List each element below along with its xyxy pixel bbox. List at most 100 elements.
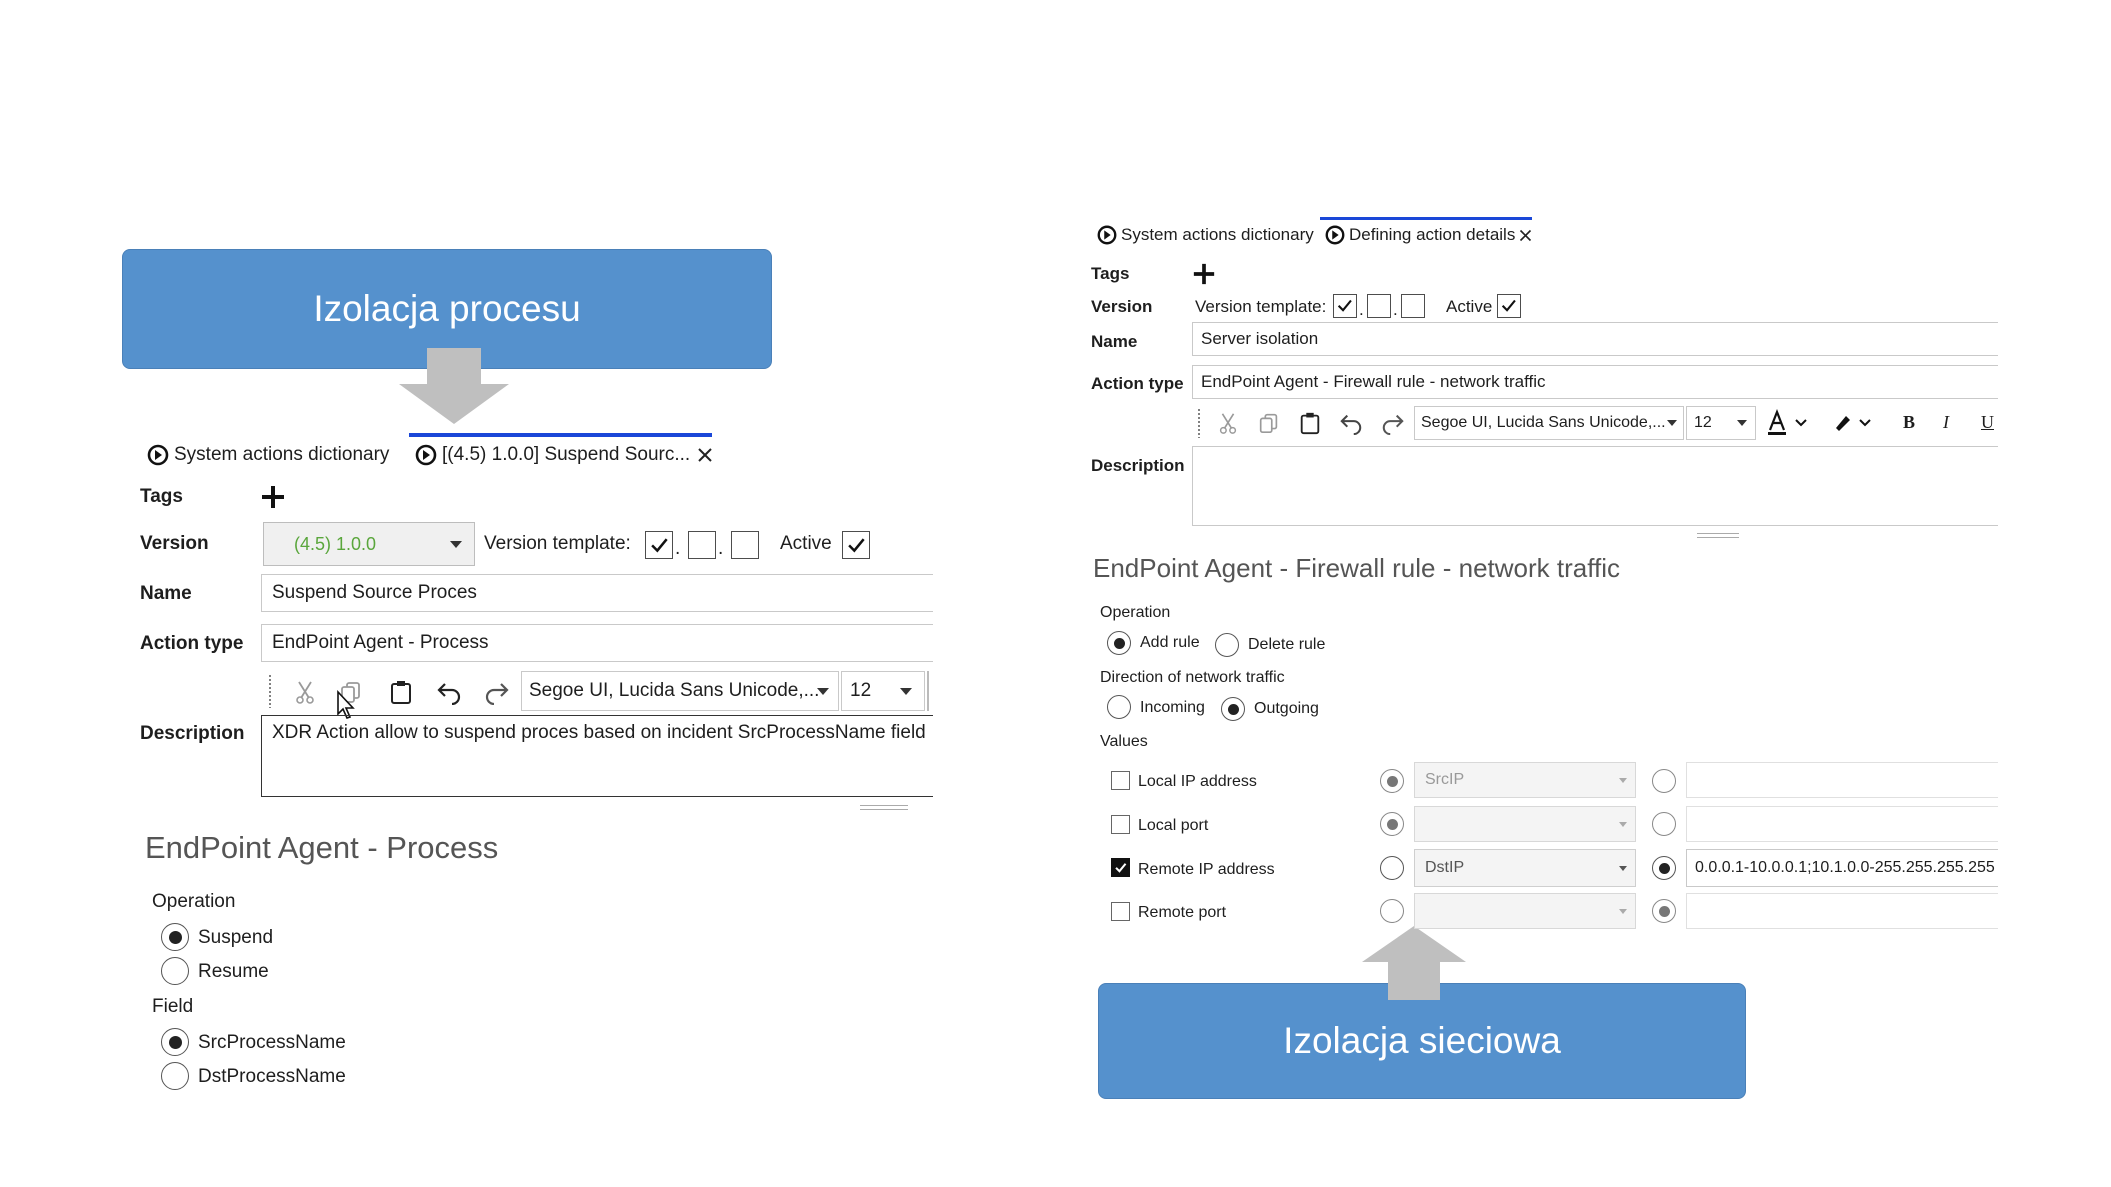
cut-icon[interactable] [292, 679, 318, 705]
right-active-check[interactable] [1497, 294, 1521, 318]
left-name-input[interactable]: Suspend Source Proces [261, 574, 933, 612]
right-tab-active-underline [1320, 217, 1532, 220]
resize-handle[interactable] [860, 805, 908, 810]
left-tab-dictionary[interactable]: System actions dictionary [146, 440, 389, 470]
italic-button[interactable]: I [1943, 412, 1949, 433]
right-tab-active[interactable]: Defining action details [1324, 222, 1533, 248]
right-values-label: Values [1100, 733, 1148, 750]
right-radio-add-rule-label: Add rule [1140, 634, 1200, 651]
underline-button[interactable]: U [1981, 412, 1994, 433]
remote-ip-dropdown-value: DstIP [1425, 859, 1465, 876]
left-version-template-check-2[interactable] [688, 531, 716, 559]
remote-ip-checkbox[interactable] [1111, 858, 1130, 877]
right-label-action-type: Action type [1091, 374, 1184, 393]
version-dot-separator: . [675, 538, 681, 559]
right-label-name: Name [1091, 332, 1138, 351]
local-ip-text-radio[interactable] [1652, 769, 1676, 793]
right-version-template-check-1[interactable] [1333, 294, 1357, 318]
left-active-check[interactable] [842, 531, 870, 559]
undo-icon[interactable] [435, 679, 463, 705]
right-radio-outgoing[interactable] [1221, 697, 1245, 721]
copy-icon[interactable] [1257, 411, 1281, 435]
right-version-template-check-2[interactable] [1367, 294, 1391, 318]
right-radio-add-rule[interactable] [1107, 631, 1131, 655]
add-tag-icon[interactable] [1192, 262, 1216, 286]
chevron-down-icon [1737, 420, 1747, 426]
remote-port-text-radio[interactable] [1652, 899, 1676, 923]
chevron-down-icon [1619, 866, 1627, 871]
remote-ip-text-radio[interactable] [1652, 856, 1676, 880]
close-icon[interactable] [1518, 228, 1533, 243]
version-dot-separator: . [1393, 300, 1398, 319]
left-section-title: EndPoint Agent - Process [145, 830, 499, 865]
left-font-size-dropdown[interactable]: 12 [841, 671, 925, 711]
redo-icon[interactable] [483, 679, 511, 705]
left-description-value: XDR Action allow to suspend proces based… [272, 722, 926, 743]
right-version-template-label: Version template: [1195, 297, 1327, 316]
remote-ip-text-input[interactable]: 0.0.0.1-10.0.0.1;10.1.0.0-255.255.255.25… [1686, 849, 1998, 887]
remote-ip-label: Remote IP address [1138, 861, 1275, 878]
paste-icon[interactable] [1298, 411, 1322, 435]
local-port-checkbox[interactable] [1111, 815, 1130, 834]
left-version-template-check-1[interactable] [645, 531, 673, 559]
remote-port-text-input[interactable] [1686, 893, 1998, 929]
redo-icon[interactable] [1380, 411, 1406, 435]
right-radio-incoming-label: Incoming [1140, 699, 1205, 716]
right-version-template-check-3[interactable] [1401, 294, 1425, 318]
remote-port-label: Remote port [1138, 904, 1227, 921]
left-tab-active-label: [(4.5) 1.0.0] Suspend Sourc... [442, 444, 691, 465]
close-icon[interactable] [696, 446, 714, 464]
left-font-dropdown[interactable]: Segoe UI, Lucida Sans Unicode,... [521, 671, 839, 711]
left-radio-suspend[interactable] [161, 923, 189, 951]
left-radio-resume[interactable] [161, 957, 189, 985]
remote-ip-dropdown[interactable]: DstIP [1414, 849, 1636, 887]
resize-handle[interactable] [1697, 533, 1739, 538]
right-action-type-input[interactable]: EndPoint Agent - Firewall rule - network… [1192, 365, 1998, 399]
undo-icon[interactable] [1338, 411, 1364, 435]
local-port-text-input[interactable] [1686, 806, 1998, 842]
left-radio-dstprocessname[interactable] [161, 1062, 189, 1090]
right-tab-dictionary[interactable]: System actions dictionary [1096, 222, 1314, 248]
local-ip-text-input[interactable] [1686, 762, 1998, 798]
right-description-editor[interactable] [1192, 446, 1998, 526]
right-font-size-dropdown[interactable]: 12 [1686, 406, 1756, 440]
local-port-dropdown[interactable] [1414, 806, 1636, 842]
right-label-description: Description [1091, 456, 1185, 475]
left-version-template-check-3[interactable] [731, 531, 759, 559]
paste-icon[interactable] [388, 679, 414, 705]
local-ip-dropdown[interactable]: SrcIP [1414, 762, 1636, 798]
chevron-down-icon [900, 688, 912, 695]
left-action-type-input[interactable]: EndPoint Agent - Process [261, 624, 933, 662]
arrow-up-icon [1362, 926, 1466, 1000]
toolbar-grip[interactable] [1197, 408, 1201, 438]
local-ip-checkbox[interactable] [1111, 771, 1130, 790]
local-ip-dropdown-radio[interactable] [1380, 769, 1404, 793]
right-active-label: Active [1446, 297, 1493, 316]
right-name-input[interactable]: Server isolation [1192, 322, 1998, 356]
remote-port-dropdown[interactable] [1414, 893, 1636, 929]
left-radio-srcprocessname[interactable] [161, 1028, 189, 1056]
font-color-icon [1768, 408, 1807, 435]
right-radio-delete-rule[interactable] [1215, 633, 1239, 657]
font-color-button[interactable] [1764, 408, 1814, 438]
left-description-editor[interactable]: XDR Action allow to suspend proces based… [261, 715, 933, 797]
left-version-dropdown[interactable]: (4.5) 1.0.0 [263, 522, 475, 566]
left-radio-suspend-label: Suspend [198, 927, 274, 948]
local-port-dropdown-radio[interactable] [1380, 812, 1404, 836]
remote-ip-dropdown-radio[interactable] [1380, 856, 1404, 880]
bold-button[interactable]: B [1903, 412, 1915, 433]
left-tab-active[interactable]: [(4.5) 1.0.0] Suspend Sourc... [414, 440, 714, 470]
left-label-name: Name [140, 583, 192, 604]
highlight-button[interactable] [1830, 408, 1880, 438]
left-radio-srcprocessname-label: SrcProcessName [198, 1032, 346, 1053]
left-operation-label: Operation [152, 891, 236, 912]
toolbar-grip[interactable] [268, 674, 272, 708]
right-label-tags: Tags [1091, 264, 1130, 283]
local-port-text-radio[interactable] [1652, 812, 1676, 836]
remote-port-dropdown-radio[interactable] [1380, 899, 1404, 923]
add-tag-icon[interactable] [260, 484, 286, 510]
remote-port-checkbox[interactable] [1111, 902, 1130, 921]
right-font-dropdown[interactable]: Segoe UI, Lucida Sans Unicode,... [1414, 406, 1684, 440]
right-radio-incoming[interactable] [1107, 695, 1131, 719]
cut-icon[interactable] [1216, 411, 1240, 435]
